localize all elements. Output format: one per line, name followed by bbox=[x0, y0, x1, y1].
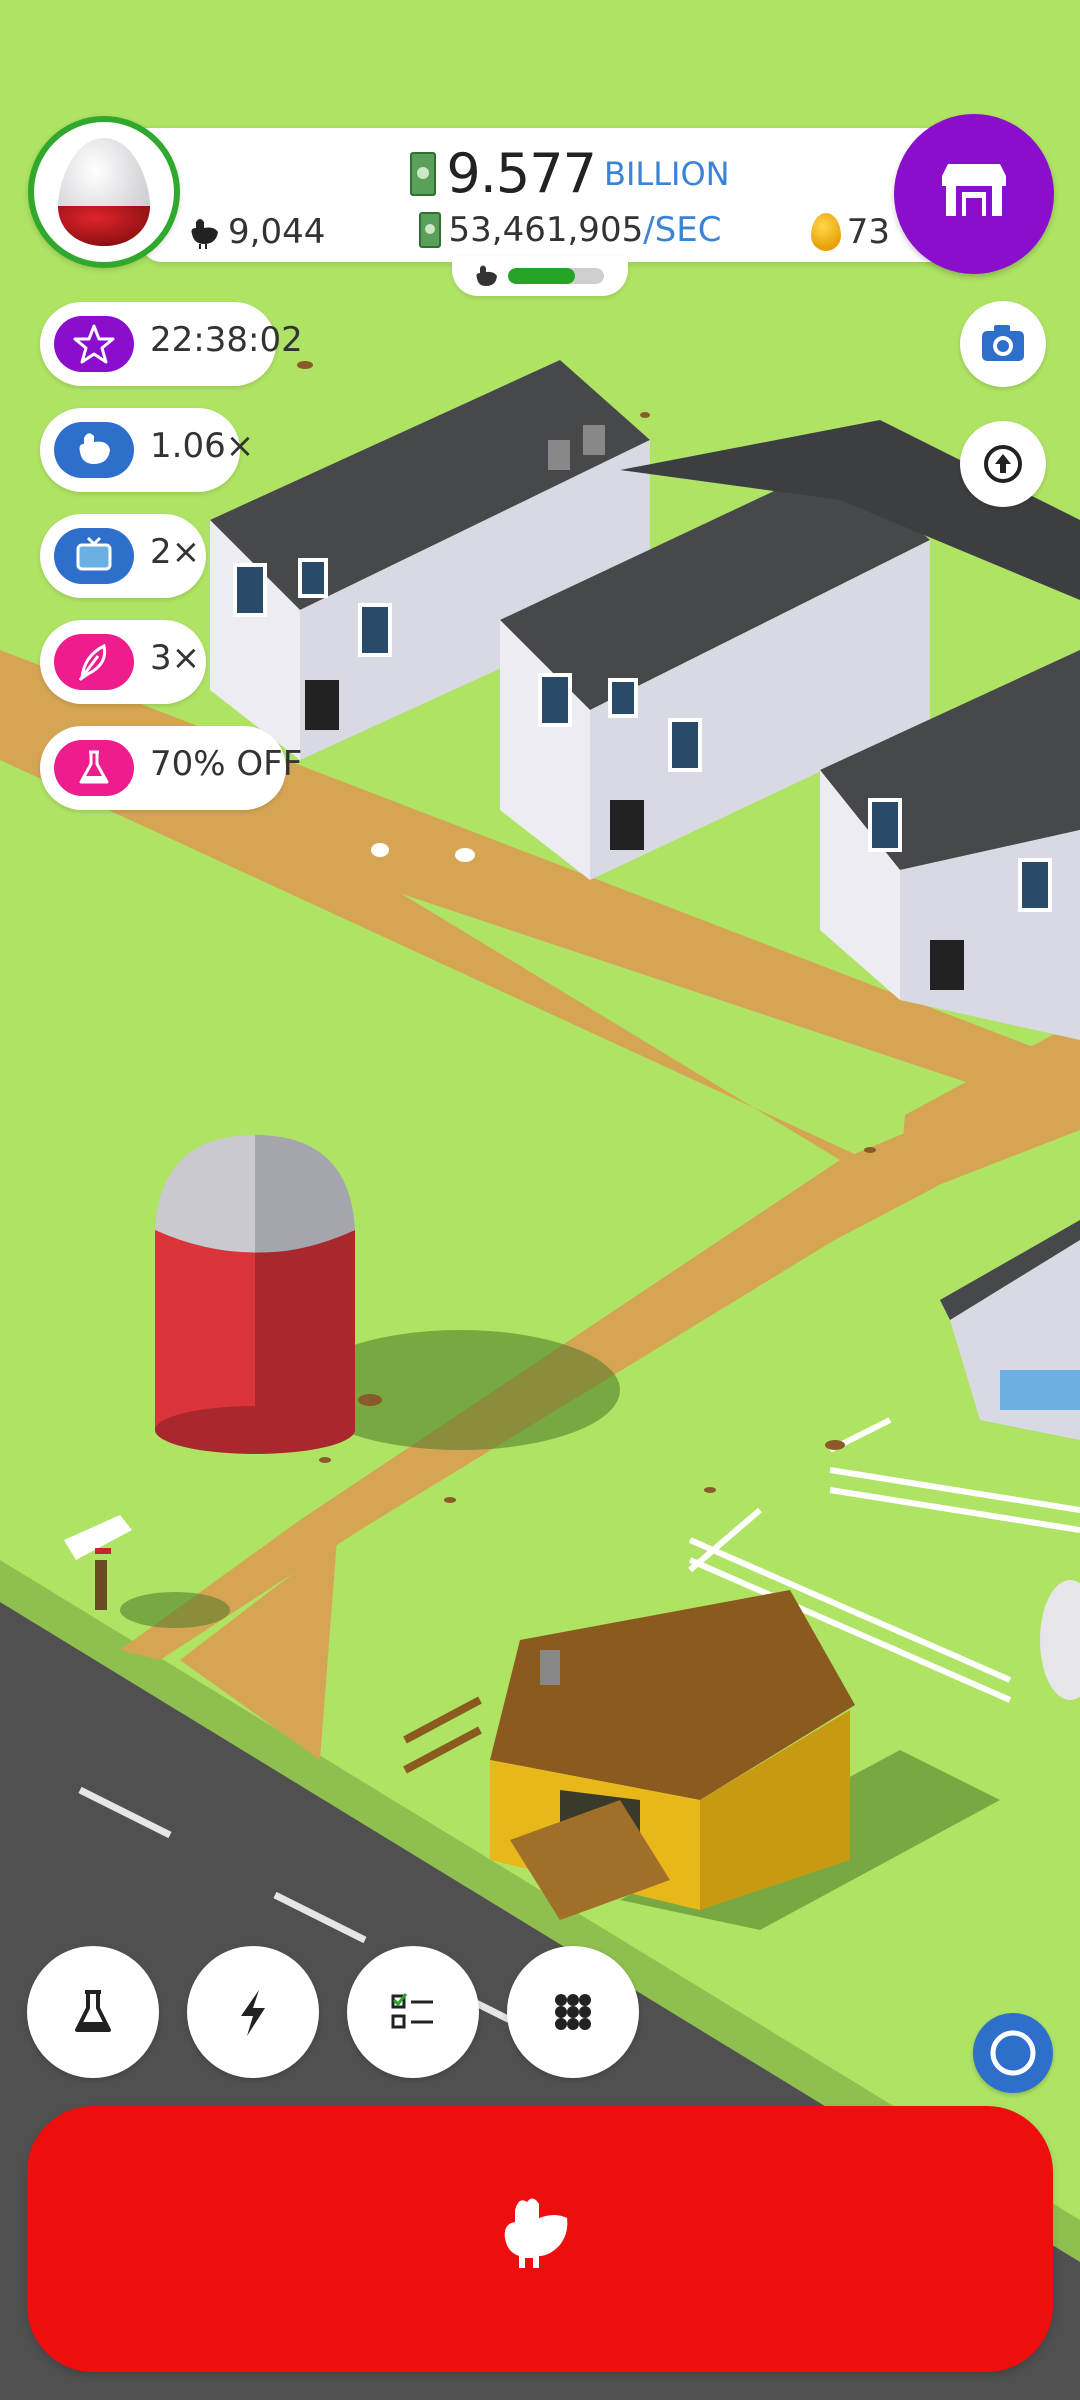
boost-video-multiplier[interactable]: 2× bbox=[40, 514, 206, 598]
chicken-icon bbox=[79, 433, 110, 464]
shop-button[interactable] bbox=[894, 114, 1054, 274]
game-screen: 9.577 BILLION 9,044 53,461,905/SEC 73 22… bbox=[0, 0, 1080, 2400]
hatch-chicken-button[interactable] bbox=[27, 2106, 1053, 2372]
boost-label: 1.06× bbox=[150, 426, 255, 466]
upload-arrow-icon bbox=[984, 445, 1022, 483]
boost-icon-bg bbox=[54, 316, 134, 372]
golden-egg-value: 73 bbox=[846, 212, 890, 252]
currency-panel: 9.577 BILLION 9,044 53,461,905/SEC 73 bbox=[140, 128, 1000, 262]
chicken-icon bbox=[504, 2198, 568, 2268]
cash-icon bbox=[418, 212, 441, 248]
research-button[interactable] bbox=[27, 1946, 159, 2078]
progress-fill bbox=[508, 268, 576, 284]
money-unit: BILLION bbox=[603, 154, 730, 193]
store-icon bbox=[942, 164, 1006, 216]
camera-button[interactable] bbox=[960, 301, 1046, 387]
upgrade-button[interactable] bbox=[960, 421, 1046, 507]
flask-icon bbox=[75, 1990, 111, 2032]
lightning-icon bbox=[241, 1990, 265, 2036]
boost-timer[interactable]: 22:38:02 bbox=[40, 302, 303, 386]
boost-icon-bg bbox=[54, 634, 134, 690]
overlay-toggle-button[interactable] bbox=[973, 2013, 1053, 2093]
checklist-icon bbox=[391, 1993, 433, 2029]
boost-chicken-multiplier[interactable]: 1.06× bbox=[40, 408, 254, 492]
grid-icon bbox=[555, 1994, 591, 2030]
boost-label: 3× bbox=[150, 638, 201, 678]
boost-research-discount[interactable]: 70% OFF bbox=[40, 726, 302, 810]
income-rate-unit: /SEC bbox=[643, 210, 722, 250]
boosts-button[interactable] bbox=[187, 1946, 319, 2078]
progress-track bbox=[508, 268, 604, 284]
camera-icon bbox=[982, 325, 1024, 361]
money-display: 9.577 BILLION bbox=[140, 142, 1000, 205]
boost-icon-bg bbox=[54, 740, 134, 796]
hatchery-progress bbox=[452, 256, 628, 296]
star-icon bbox=[73, 324, 115, 364]
tv-icon bbox=[76, 536, 112, 571]
boost-label: 22:38:02 bbox=[150, 320, 303, 360]
boost-icon-bg bbox=[54, 528, 134, 584]
money-value: 9.577 bbox=[446, 142, 597, 205]
cash-icon bbox=[410, 151, 437, 196]
feather-icon bbox=[78, 643, 107, 681]
boost-icon-bg bbox=[54, 422, 134, 478]
boost-label: 2× bbox=[150, 532, 201, 572]
boost-label: 70% OFF bbox=[150, 744, 303, 784]
income-rate-value: 53,461,905 bbox=[448, 210, 644, 250]
flask-icon bbox=[79, 750, 109, 784]
boost-feather-multiplier[interactable]: 3× bbox=[40, 620, 206, 704]
golden-egg-count: 73 bbox=[810, 212, 890, 252]
circle-icon bbox=[990, 2030, 1036, 2076]
chicken-icon bbox=[476, 265, 497, 286]
golden-egg-icon bbox=[810, 213, 841, 251]
egg-avatar[interactable] bbox=[28, 116, 180, 268]
egg-icon bbox=[58, 138, 150, 246]
menu-button[interactable] bbox=[507, 1946, 639, 2078]
missions-button[interactable] bbox=[347, 1946, 479, 2078]
